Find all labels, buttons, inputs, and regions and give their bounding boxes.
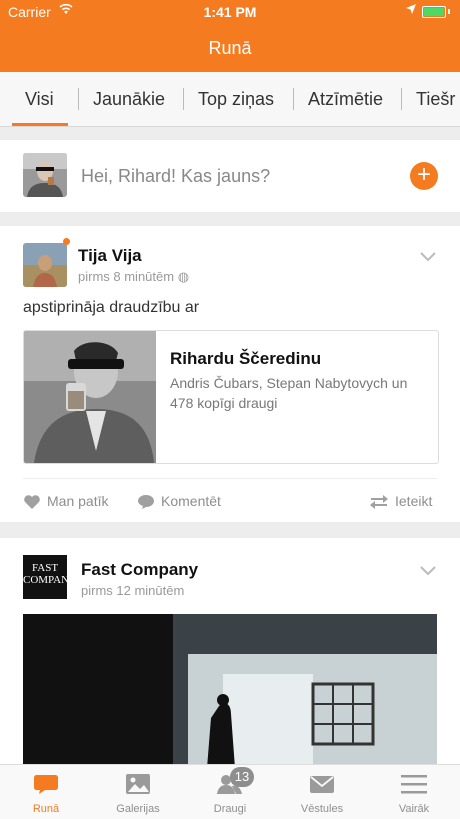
app-header: Carrier 1:41 PM Runā: [0, 0, 460, 72]
gallery-icon: [126, 774, 150, 794]
post-actions: Man patīk Komentēt Ieteikt: [23, 478, 437, 523]
post-image[interactable]: [23, 614, 437, 768]
tab-top-zinas[interactable]: Top ziņas: [198, 72, 274, 126]
compose-input[interactable]: Hei, Rihard! Kas jauns?: [81, 166, 270, 187]
battery-icon: [422, 6, 446, 18]
tab-tiesraide[interactable]: Tiešr: [416, 72, 455, 126]
nav-label: Vairāk: [398, 803, 430, 815]
shared-profile-name[interactable]: Rihardu Ščeredinu: [170, 349, 321, 369]
post-time: pirms 8 minūtēm ◍: [78, 269, 189, 285]
fast-company-logo[interactable]: FAST COMPANY: [23, 555, 77, 599]
status-time: 1:41 PM: [203, 4, 257, 20]
repost-icon: [370, 495, 388, 510]
nav-galerijas[interactable]: Galerijas: [92, 765, 184, 819]
nav-vestules[interactable]: Vēstules: [276, 765, 368, 819]
page-title: Runā: [208, 38, 252, 58]
nav-label: Runā: [32, 803, 60, 815]
bottom-navigation: Runā Galerijas 13 Draugi Vēstules Vairāk: [0, 764, 460, 819]
nav-draugi[interactable]: 13 Draugi: [184, 765, 276, 819]
online-indicator: [63, 238, 70, 245]
tab-visi[interactable]: Visi: [25, 72, 54, 126]
tab-atzimetie[interactable]: Atzīmētie: [308, 72, 383, 126]
post-author-name[interactable]: Fast Company: [81, 560, 198, 580]
compose-bar: Hei, Rihard! Kas jauns? +: [0, 140, 460, 212]
location-arrow-icon: [406, 3, 416, 17]
post-time: pirms 12 minūtēm: [81, 583, 185, 598]
heart-icon: [24, 495, 40, 510]
plus-icon: +: [416, 161, 431, 188]
post-text: apstiprināja draudzību ar: [23, 299, 200, 316]
battery-tip: [448, 9, 450, 14]
friends-badge: 13: [230, 767, 254, 787]
post-author-name[interactable]: Tija Vija: [78, 246, 142, 266]
comment-button[interactable]: Komentēt: [137, 489, 221, 513]
add-post-button[interactable]: +: [410, 162, 438, 190]
logo-text: FAST COMPANY: [23, 562, 78, 586]
status-bar: Carrier 1:41 PM: [0, 0, 460, 24]
tab-jaunakie[interactable]: Jaunākie: [93, 72, 165, 126]
mail-icon: [310, 776, 334, 793]
nav-label: Galerijas: [116, 803, 160, 815]
comment-icon: [138, 495, 154, 510]
share-label: Ieteikt: [395, 493, 433, 509]
tab-separator: [78, 88, 79, 110]
feed-post: FAST COMPANY Fast Company pirms 12 minūt…: [0, 538, 460, 768]
nav-label: Vēstules: [300, 803, 344, 815]
mutual-friends-text: Andris Čubars, Stepan Nabytovych un 478 …: [170, 375, 408, 411]
globe-icon: ◍: [177, 269, 190, 284]
nav-vairak[interactable]: Vairāk: [368, 765, 460, 819]
share-button[interactable]: Ieteikt: [369, 489, 432, 513]
chat-bubble-icon: [34, 775, 58, 794]
shared-profile-photo: [24, 331, 156, 463]
user-avatar[interactable]: [23, 153, 67, 197]
feed-post: Tija Vija pirms 8 minūtēm ◍ apstiprināja…: [0, 226, 460, 522]
shared-profile-card[interactable]: Rihardu Ščeredinu Andris Čubars, Stepan …: [23, 330, 439, 464]
post-time-text: pirms 8 minūtēm: [78, 269, 175, 284]
like-label: Man patīk: [47, 493, 109, 509]
tab-separator: [401, 88, 402, 110]
tab-separator: [183, 88, 184, 110]
chevron-down-icon[interactable]: [420, 560, 436, 581]
author-avatar[interactable]: [23, 243, 67, 287]
filter-tabs: Visi Jaunākie Top ziņas Atzīmētie Tiešr: [0, 72, 460, 127]
nav-runa[interactable]: Runā: [0, 765, 92, 819]
active-tab-indicator: [12, 123, 68, 126]
chevron-down-icon[interactable]: [420, 246, 436, 267]
comment-label: Komentēt: [161, 493, 221, 509]
like-button[interactable]: Man patīk: [23, 489, 108, 513]
tab-separator: [293, 88, 294, 110]
menu-icon: [401, 775, 427, 794]
nav-label: Draugi: [213, 803, 247, 815]
